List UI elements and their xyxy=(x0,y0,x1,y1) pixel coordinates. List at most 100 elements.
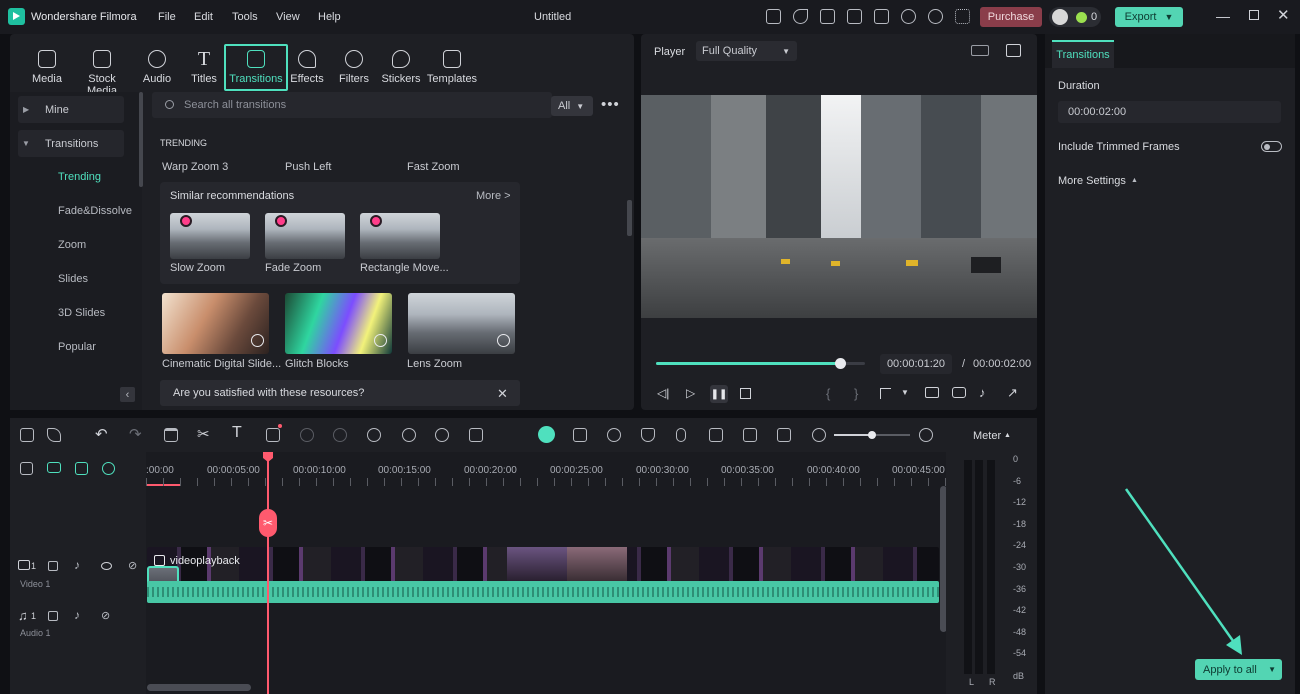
lock-icon[interactable]: ⊘ xyxy=(128,559,137,572)
duration-field[interactable]: 00:00:02:00 xyxy=(1058,101,1281,123)
previous-frame-icon[interactable]: ◁| xyxy=(657,386,669,400)
crop-icon[interactable] xyxy=(266,428,280,442)
chevron-up-icon[interactable]: ▲ xyxy=(1004,432,1011,439)
tool-stock-media[interactable]: Stock Media xyxy=(72,48,132,97)
add-track-icon[interactable] xyxy=(20,462,33,475)
cloud-icon[interactable] xyxy=(901,9,916,24)
more-settings-toggle[interactable]: More Settings xyxy=(1058,175,1126,187)
maximize-icon[interactable] xyxy=(1249,10,1259,20)
color-icon[interactable] xyxy=(333,428,347,442)
microphone-icon[interactable] xyxy=(676,428,686,442)
apply-to-all-button[interactable]: Apply to all ▼ xyxy=(1195,659,1282,680)
fullscreen-icon[interactable]: ↗ xyxy=(1007,385,1018,401)
video-clip[interactable] xyxy=(147,547,939,581)
ai-icon[interactable] xyxy=(820,9,835,24)
snapshot-image-icon[interactable] xyxy=(1006,44,1021,57)
sidebar-item-trending[interactable]: Trending xyxy=(58,171,101,183)
sidebar-item-popular[interactable]: Popular xyxy=(58,341,96,353)
layout-icon[interactable] xyxy=(971,45,989,56)
ai-mate-icon[interactable] xyxy=(538,426,555,443)
link-icon[interactable] xyxy=(47,462,61,473)
snap-icon[interactable] xyxy=(102,462,115,475)
slow-zoom-thumbnail[interactable] xyxy=(170,213,250,259)
menu-tools[interactable]: Tools xyxy=(232,11,258,23)
account-avatar[interactable]: 0 xyxy=(1049,7,1101,27)
pause-icon[interactable]: ❚❚ xyxy=(710,385,728,403)
split-screen-icon[interactable] xyxy=(777,428,791,442)
search-input[interactable]: Search all transitions xyxy=(152,92,552,118)
sidebar-item-slides[interactable]: Slides xyxy=(58,273,88,285)
timer-icon[interactable] xyxy=(402,428,416,442)
volume-icon[interactable]: ♪ xyxy=(74,608,80,622)
zoom-in-icon[interactable] xyxy=(919,428,933,442)
tool-audio[interactable]: Audio xyxy=(134,48,180,85)
ai-color-icon[interactable] xyxy=(367,428,381,442)
playback-progress-handle[interactable] xyxy=(834,358,846,369)
split-scissors-icon[interactable]: ✂ xyxy=(259,509,277,537)
download-icon[interactable] xyxy=(374,334,387,347)
menu-help[interactable]: Help xyxy=(318,11,341,23)
minimize-icon[interactable]: — xyxy=(1216,8,1230,24)
audio-waveform[interactable] xyxy=(147,581,939,603)
eye-icon[interactable] xyxy=(101,562,112,570)
tool-media[interactable]: Media xyxy=(24,48,70,85)
mark-out-icon[interactable]: } xyxy=(854,386,858,401)
mark-in-icon[interactable]: { xyxy=(826,386,830,401)
chevron-down-icon[interactable]: ▼ xyxy=(901,388,909,397)
close-icon[interactable]: ✕ xyxy=(497,386,508,402)
volume-icon[interactable]: ♪ xyxy=(979,385,986,400)
ripple-icon[interactable] xyxy=(75,462,88,475)
tool-templates[interactable]: Templates xyxy=(425,48,479,85)
marker-icon[interactable] xyxy=(880,388,891,399)
screen-icon[interactable] xyxy=(847,9,862,24)
volume-icon[interactable]: ♪ xyxy=(74,558,80,572)
download-icon[interactable] xyxy=(497,334,510,347)
folder-icon[interactable] xyxy=(48,561,58,571)
lock-icon[interactable]: ⊘ xyxy=(101,609,110,622)
trending-item[interactable]: Warp Zoom 3 xyxy=(162,161,228,173)
tool-titles[interactable]: T Titles xyxy=(181,48,227,85)
horizontal-scrollbar[interactable] xyxy=(147,684,251,691)
sidebar-scrollbar[interactable] xyxy=(139,92,143,187)
folder-icon[interactable] xyxy=(48,611,58,621)
tool-effects[interactable]: Effects xyxy=(284,48,330,85)
headset-icon[interactable] xyxy=(928,9,943,24)
export-button[interactable]: Export ▼ xyxy=(1115,7,1183,27)
sidebar-item-3d-slides[interactable]: 3D Slides xyxy=(58,307,105,319)
menu-edit[interactable]: Edit xyxy=(194,11,213,23)
chevron-up-icon[interactable]: ▲ xyxy=(1131,177,1138,184)
close-icon[interactable]: ✕ xyxy=(1277,6,1290,24)
tab-transitions[interactable]: Transitions xyxy=(1052,40,1114,68)
zoom-out-icon[interactable] xyxy=(812,428,826,442)
quality-dropdown[interactable]: Full Quality ▼ xyxy=(696,41,797,61)
collapse-sidebar-icon[interactable]: ‹ xyxy=(120,387,135,402)
camera-icon[interactable] xyxy=(952,387,966,398)
snapshot-icon[interactable] xyxy=(743,428,757,442)
tool-filters[interactable]: Filters xyxy=(331,48,377,85)
sidebar-item-fade-dissolve[interactable]: Fade&Dissolve xyxy=(58,205,132,217)
delete-icon[interactable] xyxy=(164,428,178,442)
sidebar-item-transitions[interactable]: ▼ Transitions xyxy=(18,130,124,157)
sidebar-item-zoom[interactable]: Zoom xyxy=(58,239,86,251)
purchase-button[interactable]: Purchase xyxy=(980,7,1042,27)
tool-stickers[interactable]: Stickers xyxy=(378,48,424,85)
text-icon[interactable]: T xyxy=(232,424,242,442)
include-trimmed-toggle[interactable] xyxy=(1261,141,1282,152)
download-icon[interactable] xyxy=(251,334,264,347)
save-icon[interactable] xyxy=(874,9,889,24)
trending-item[interactable]: Push Left xyxy=(285,161,331,173)
apps-grid-icon[interactable] xyxy=(955,9,970,24)
redo-icon[interactable]: ↷ xyxy=(129,425,142,443)
sidebar-item-mine[interactable]: ▶ Mine xyxy=(18,96,124,123)
shield-icon[interactable] xyxy=(641,428,655,442)
fade-zoom-thumbnail[interactable] xyxy=(265,213,345,259)
rectangle-move-thumbnail[interactable] xyxy=(360,213,440,259)
speed-icon[interactable] xyxy=(300,428,314,442)
stabilize-icon[interactable] xyxy=(607,428,621,442)
zoom-slider-handle[interactable] xyxy=(868,431,876,439)
display-icon[interactable] xyxy=(925,387,939,398)
filter-dropdown[interactable]: All ▼ xyxy=(551,96,593,116)
tool-transitions[interactable]: Transitions xyxy=(225,48,287,85)
stop-icon[interactable] xyxy=(740,388,751,399)
undo-icon[interactable]: ↶ xyxy=(95,425,108,443)
